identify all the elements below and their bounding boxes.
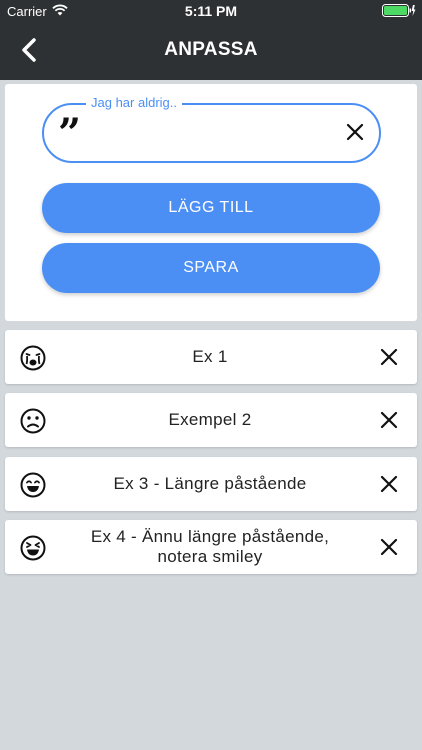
statement-text: Ex 3 - Längre påstående (113, 474, 307, 493)
status-time: 5:11 PM (184, 3, 238, 19)
statement-text: Exempel 2 (168, 410, 252, 429)
battery-icon (382, 4, 416, 20)
delete-icon[interactable] (380, 348, 398, 366)
list-item: Ex 3 - Längre påstående (5, 457, 417, 511)
statement-text: Ex 4 - Ännu längre påstående, notera smi… (90, 527, 330, 566)
delete-icon[interactable] (380, 411, 398, 429)
list-item: Exempel 2 (5, 393, 417, 447)
statement-field[interactable]: Jag har aldrig.. ” (42, 95, 381, 163)
delete-icon[interactable] (380, 475, 398, 493)
clear-icon[interactable] (345, 122, 365, 142)
sad-face-icon (20, 408, 46, 434)
delete-icon[interactable] (380, 538, 398, 556)
statement-input[interactable] (88, 117, 332, 149)
page-title: ANPASSA (164, 39, 258, 60)
statement-text: Ex 1 (192, 347, 228, 366)
list-item: Ex 1 (5, 330, 417, 384)
status-bar: Carrier 5:11 PM (0, 0, 422, 22)
quote-icon: ” (58, 110, 82, 157)
add-statement-card: Jag har aldrig.. ” LÄGG TILL SPARA (5, 84, 417, 321)
happy-face-icon (20, 472, 46, 498)
crying-face-icon (20, 345, 46, 371)
list-item: Ex 4 - Ännu längre påstående, notera smi… (5, 520, 417, 574)
top-bar: Carrier 5:11 PM ANPASSA (0, 0, 422, 80)
statement-field-label: Jag har aldrig.. (86, 95, 182, 110)
navigation-bar: ANPASSA (0, 22, 422, 80)
add-button[interactable]: LÄGG TILL (42, 183, 380, 233)
save-button[interactable]: SPARA (42, 243, 380, 293)
laughing-face-icon (20, 535, 46, 561)
